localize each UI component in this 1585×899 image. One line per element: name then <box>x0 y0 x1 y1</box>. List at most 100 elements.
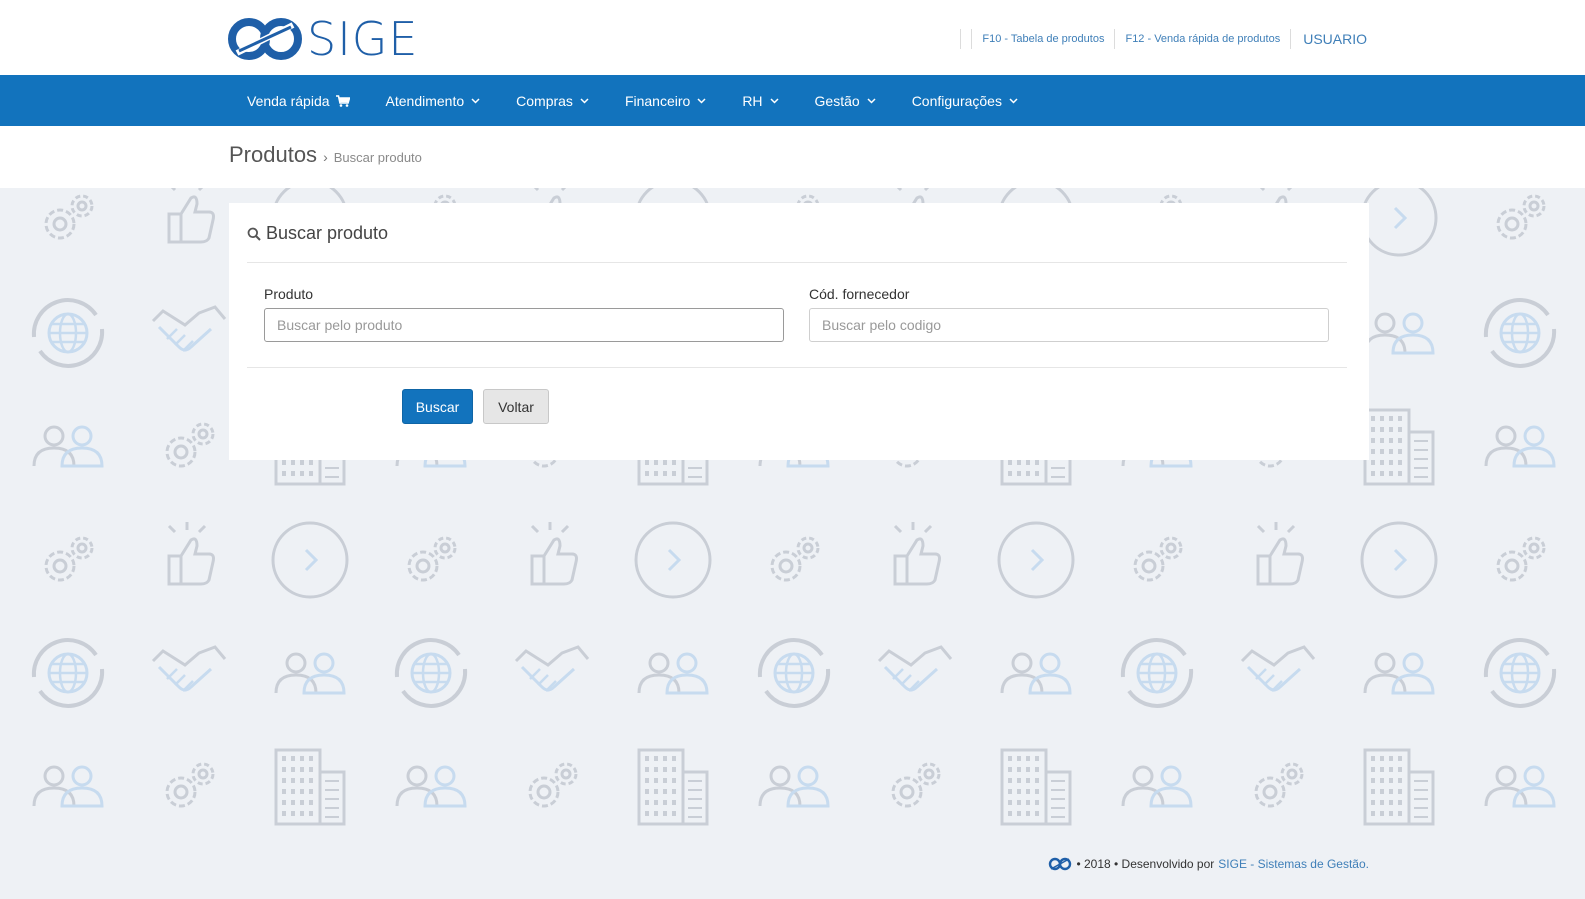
globe-pattern-icon <box>757 638 831 708</box>
arrow-pattern-icon <box>1360 521 1438 599</box>
nav-item-label: RH <box>742 92 763 109</box>
supplier-code-input[interactable] <box>809 308 1329 342</box>
gear-pattern-icon <box>165 762 215 808</box>
f12-quick-sale-link[interactable]: F12 - Venda rápida de produtos <box>1125 33 1280 45</box>
gear-pattern-icon <box>165 422 215 468</box>
building-pattern-icon <box>637 748 709 826</box>
people-pattern-icon <box>637 652 709 695</box>
card-header: Buscar produto <box>247 223 388 244</box>
nav-item-atendimento[interactable]: Atendimento <box>368 75 499 126</box>
divider <box>1114 29 1116 49</box>
divider <box>960 29 962 49</box>
divider <box>971 29 973 49</box>
building-pattern-icon <box>274 748 346 826</box>
divider <box>1290 29 1292 49</box>
product-field-label: Produto <box>264 286 314 302</box>
people-pattern-icon <box>274 652 346 695</box>
user-menu[interactable]: USUARIO <box>1303 31 1367 47</box>
thumb-pattern-icon <box>167 522 215 586</box>
chevron-down-icon <box>867 97 876 104</box>
breadcrumb: Produtos › Buscar produto <box>229 142 422 168</box>
globe-pattern-icon <box>1483 298 1557 368</box>
building-pattern-icon <box>1363 748 1435 826</box>
gear-pattern-icon <box>44 536 94 582</box>
people-pattern-icon <box>1363 312 1435 355</box>
thumb-pattern-icon <box>530 522 578 586</box>
breadcrumb-separator: › <box>323 149 328 165</box>
cart-icon <box>335 94 350 107</box>
globe-pattern-icon <box>1483 638 1557 708</box>
chevron-down-icon <box>471 97 480 104</box>
page-title[interactable]: Produtos <box>229 142 317 168</box>
people-pattern-icon <box>1484 765 1556 808</box>
people-pattern-icon <box>1363 652 1435 695</box>
globe-pattern-icon <box>1120 638 1194 708</box>
people-pattern-icon <box>32 765 104 808</box>
supplier-code-field-label: Cód. fornecedor <box>809 286 910 302</box>
divider <box>247 262 1347 263</box>
gear-pattern-icon <box>44 194 94 240</box>
back-button[interactable]: Voltar <box>483 389 549 424</box>
people-pattern-icon <box>758 765 830 808</box>
people-pattern-icon <box>32 425 104 468</box>
infinity-logo-icon <box>1049 857 1072 871</box>
people-pattern-icon <box>395 765 467 808</box>
breadcrumb-current: Buscar produto <box>333 150 422 165</box>
people-pattern-icon <box>1121 765 1193 808</box>
nav-item-rh[interactable]: RH <box>724 75 796 126</box>
shortcut-links: F10 - Tabela de produtos F12 - Venda ráp… <box>950 28 1367 50</box>
nav-item-venda-rapida[interactable]: Venda rápida <box>229 75 368 126</box>
infinity-logo-icon <box>228 18 302 60</box>
hands-pattern-icon <box>151 305 227 352</box>
hands-pattern-icon <box>1240 645 1316 692</box>
hands-pattern-icon <box>877 645 953 692</box>
nav-item-label: Configurações <box>911 92 1002 109</box>
globe-pattern-icon <box>31 638 105 708</box>
product-field-group: Produto <box>264 286 784 342</box>
search-product-card: Buscar produto Produto Cód. fornecedor B… <box>229 203 1369 460</box>
sige-logo[interactable]: SIGE <box>227 14 418 64</box>
nav-item-label: Venda rápida <box>247 92 330 109</box>
search-icon <box>247 227 261 241</box>
arrow-pattern-icon <box>1360 188 1438 257</box>
people-pattern-icon <box>1000 652 1072 695</box>
footer-brand-link[interactable]: SIGE - Sistemas de Gestão. <box>1218 857 1369 871</box>
nav-item-label: Gestão <box>814 92 860 109</box>
nav-item-compras[interactable]: Compras <box>498 75 607 126</box>
product-search-input[interactable] <box>264 308 784 342</box>
logo-text: SIGE <box>307 12 419 66</box>
people-pattern-icon <box>1484 425 1556 468</box>
card-title: Buscar produto <box>266 223 389 243</box>
building-pattern-icon <box>1000 748 1072 826</box>
building-pattern-icon <box>1363 408 1435 486</box>
gear-pattern-icon <box>1496 536 1546 582</box>
footer: • 2018 • Desenvolvido por SIGE - Sistema… <box>1048 857 1369 871</box>
nav-item-gestao[interactable]: Gestão <box>797 75 894 126</box>
thumb-pattern-icon <box>1256 522 1304 586</box>
globe-pattern-icon <box>394 638 468 708</box>
gear-pattern-icon <box>407 536 457 582</box>
main-navbar: Venda rápida Atendimento Compras Finance… <box>0 75 1585 126</box>
nav-item-financeiro[interactable]: Financeiro <box>607 75 724 126</box>
nav-item-configuracoes[interactable]: Configurações <box>894 75 1036 126</box>
chevron-down-icon <box>770 97 779 104</box>
thumb-pattern-icon <box>167 188 215 244</box>
footer-text: • 2018 • Desenvolvido por <box>1076 857 1215 871</box>
gear-pattern-icon <box>891 762 941 808</box>
thumb-pattern-icon <box>893 522 941 586</box>
arrow-pattern-icon <box>997 521 1075 599</box>
chevron-down-icon <box>580 97 589 104</box>
arrow-pattern-icon <box>271 521 349 599</box>
hands-pattern-icon <box>514 645 590 692</box>
chevron-down-icon <box>1009 97 1018 104</box>
f10-product-table-link[interactable]: F10 - Tabela de produtos <box>982 33 1104 45</box>
nav-item-label: Compras <box>516 92 573 109</box>
gear-pattern-icon <box>1254 762 1304 808</box>
top-header: SIGE F10 - Tabela de produtos F12 - Vend… <box>0 0 1585 75</box>
gear-pattern-icon <box>528 762 578 808</box>
search-button[interactable]: Buscar <box>402 389 473 424</box>
gear-pattern-icon <box>1133 536 1183 582</box>
chevron-down-icon <box>697 97 706 104</box>
nav-item-label: Financeiro <box>624 92 691 109</box>
gear-pattern-icon <box>1496 194 1546 240</box>
